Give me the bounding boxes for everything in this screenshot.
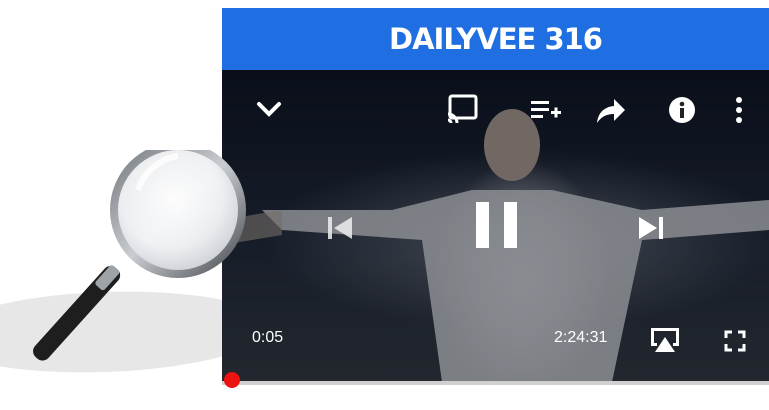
video-title-banner: DAILYVEE 316 xyxy=(222,8,769,70)
magnifying-glass-icon xyxy=(33,150,246,361)
elapsed-time: 0:05 xyxy=(252,329,284,346)
total-duration: 2:24:31 xyxy=(554,329,608,346)
progress-scrubber[interactable] xyxy=(224,372,240,388)
video-player[interactable]: DAILYVEE 316 0:05 2:24:31 xyxy=(222,8,769,406)
below-player-area xyxy=(222,385,769,406)
share-icon[interactable] xyxy=(596,96,626,124)
airplay-icon[interactable] xyxy=(648,326,682,354)
add-to-queue-icon[interactable] xyxy=(530,98,562,122)
chevron-down-icon[interactable] xyxy=(256,100,282,118)
skip-next-icon[interactable] xyxy=(637,214,665,242)
skip-previous-icon[interactable] xyxy=(326,214,354,242)
cast-icon[interactable] xyxy=(446,94,478,124)
info-icon[interactable] xyxy=(668,96,696,124)
more-vert-icon[interactable] xyxy=(734,96,744,124)
pause-icon[interactable] xyxy=(474,200,520,250)
fullscreen-icon[interactable] xyxy=(724,330,746,352)
